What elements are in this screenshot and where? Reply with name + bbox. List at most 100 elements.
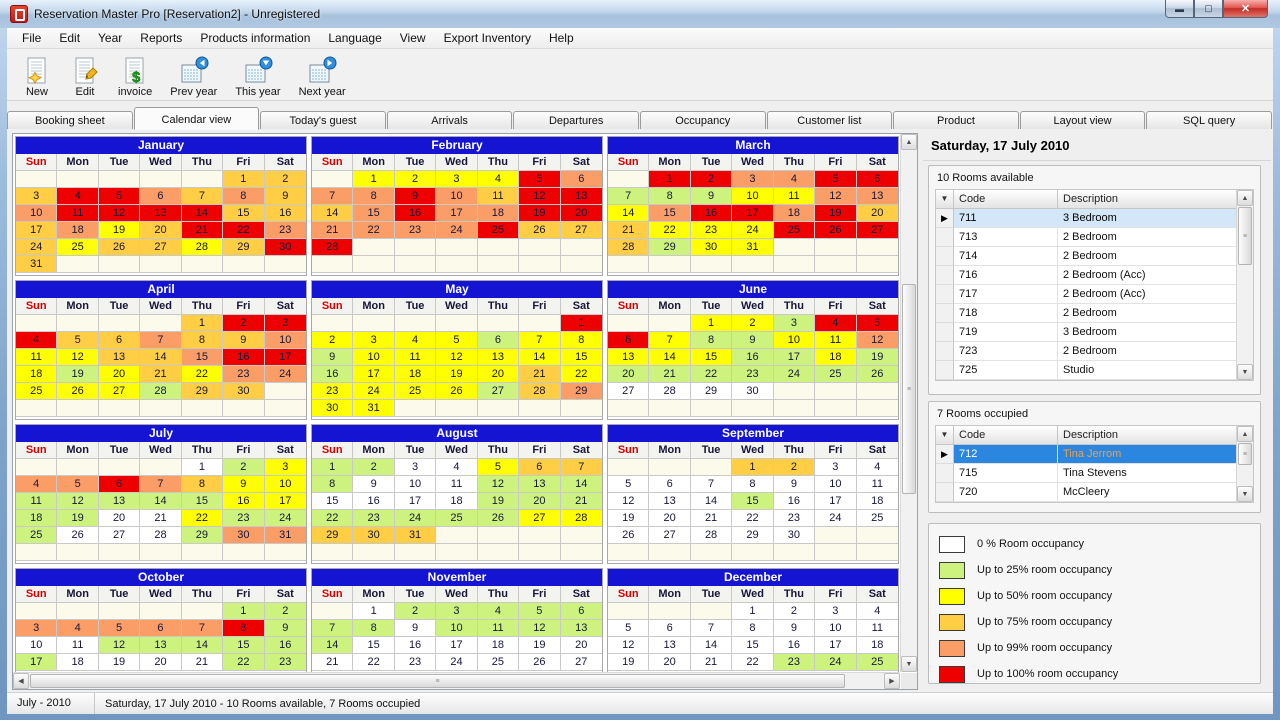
menu-item-file[interactable]: File [13,28,50,48]
day-cell[interactable]: 4 [477,603,520,620]
day-cell[interactable]: 17 [436,637,478,654]
day-cell[interactable]: 31 [264,527,306,544]
day-cell[interactable]: 14 [608,205,650,222]
day-cell[interactable]: 23 [312,383,354,400]
room-description-cell[interactable]: 2 Bedroom [1058,342,1237,361]
day-cell[interactable]: 9 [312,349,354,366]
day-cell[interactable]: 10 [732,188,774,205]
day-cell[interactable]: 7 [560,459,602,476]
day-cell[interactable]: 24 [353,383,395,400]
day-cell[interactable]: 24 [394,510,437,527]
day-cell[interactable]: 10 [773,332,816,349]
room-code-cell[interactable]: 711 [954,209,1058,228]
day-cell[interactable]: 24 [436,654,478,671]
close-button[interactable]: ✕ [1223,0,1268,18]
day-cell[interactable]: 12 [477,476,520,493]
day-cell[interactable]: 20 [477,366,520,383]
day-cell[interactable]: 15 [181,493,224,510]
day-cell[interactable]: 8 [353,620,395,637]
day-cell[interactable]: 17 [773,349,816,366]
day-cell[interactable]: 2 [394,603,437,620]
day-cell[interactable]: 21 [608,222,650,239]
day-cell[interactable]: 17 [732,205,774,222]
day-cell[interactable]: 24 [264,510,306,527]
day-cell[interactable]: 29 [181,383,224,400]
scroll-left-arrow-icon[interactable]: ◀ [13,673,29,689]
day-cell[interactable]: 3 [353,332,395,349]
day-cell[interactable]: 13 [98,349,141,366]
day-cell[interactable]: 31 [16,256,58,273]
day-cell[interactable]: 24 [773,366,816,383]
day-cell[interactable]: 17 [16,222,58,239]
day-cell[interactable]: 12 [519,620,561,637]
day-cell[interactable]: 23 [690,222,733,239]
scroll-right-arrow-icon[interactable]: ▶ [884,673,900,689]
column-header-description[interactable]: Description [1058,190,1237,209]
day-cell[interactable]: 22 [223,222,265,239]
day-cell[interactable]: 9 [394,620,437,637]
day-cell[interactable]: 25 [856,510,898,527]
day-cell[interactable]: 17 [436,205,478,222]
day-cell[interactable]: 13 [140,205,182,222]
day-cell[interactable]: 3 [815,603,857,620]
day-cell[interactable]: 1 [223,603,265,620]
day-cell[interactable]: 30 [732,383,774,400]
new-button[interactable]: New [15,49,59,100]
day-cell[interactable]: 4 [16,332,58,349]
day-cell[interactable]: 27 [519,510,561,527]
day-cell[interactable]: 19 [519,637,561,654]
day-cell[interactable]: 29 [560,383,602,400]
day-cell[interactable]: 10 [436,188,478,205]
day-cell[interactable]: 18 [57,222,99,239]
day-cell[interactable]: 13 [608,349,650,366]
day-cell[interactable]: 5 [98,620,141,637]
day-cell[interactable]: 4 [856,603,898,620]
day-cell[interactable]: 29 [181,527,224,544]
this-year-button[interactable]: This year [228,49,287,100]
day-cell[interactable]: 5 [519,171,561,188]
day-cell[interactable]: 17 [815,493,857,510]
day-cell[interactable]: 2 [223,459,265,476]
day-cell[interactable]: 26 [98,239,141,256]
room-code-cell[interactable]: 713 [954,228,1058,247]
day-cell[interactable]: 16 [773,493,816,510]
day-cell[interactable]: 8 [732,476,774,493]
room-description-cell[interactable]: McCleery [1058,483,1237,502]
day-cell[interactable]: 26 [815,222,857,239]
day-cell[interactable]: 3 [16,620,58,637]
day-cell[interactable]: 21 [690,654,733,671]
day-cell[interactable]: 14 [140,493,182,510]
day-cell[interactable]: 21 [649,366,691,383]
day-cell[interactable]: 6 [98,476,141,493]
day-cell[interactable]: 23 [353,510,395,527]
day-cell[interactable]: 26 [856,366,898,383]
day-cell[interactable]: 22 [690,366,733,383]
day-cell[interactable]: 16 [264,205,306,222]
room-description-cell[interactable]: 2 Bedroom [1058,247,1237,266]
day-cell[interactable]: 4 [856,459,898,476]
row-gutter[interactable] [936,323,954,342]
room-code-cell[interactable]: 720 [954,483,1058,502]
room-description-cell[interactable]: 2 Bedroom (Acc) [1058,285,1237,304]
day-cell[interactable]: 28 [649,383,691,400]
scroll-up-arrow-icon[interactable]: ▲ [1237,190,1253,206]
day-cell[interactable]: 17 [815,637,857,654]
day-cell[interactable]: 9 [223,476,265,493]
day-cell[interactable]: 3 [436,603,478,620]
day-cell[interactable]: 31 [732,239,774,256]
day-cell[interactable]: 6 [560,171,602,188]
room-description-cell[interactable]: Tina Stevens [1058,464,1237,483]
day-cell[interactable]: 2 [353,459,395,476]
day-cell[interactable]: 15 [353,205,395,222]
day-cell[interactable]: 22 [181,510,224,527]
column-filter-icon[interactable]: ▼ [936,190,954,209]
day-cell[interactable]: 19 [57,510,99,527]
day-cell[interactable]: 21 [181,222,224,239]
day-cell[interactable]: 28 [181,239,224,256]
day-cell[interactable]: 8 [560,332,602,349]
menu-item-language[interactable]: Language [319,28,390,48]
day-cell[interactable]: 30 [223,527,265,544]
day-cell[interactable]: 31 [353,400,395,417]
day-cell[interactable]: 28 [140,527,182,544]
day-cell[interactable]: 11 [394,349,437,366]
